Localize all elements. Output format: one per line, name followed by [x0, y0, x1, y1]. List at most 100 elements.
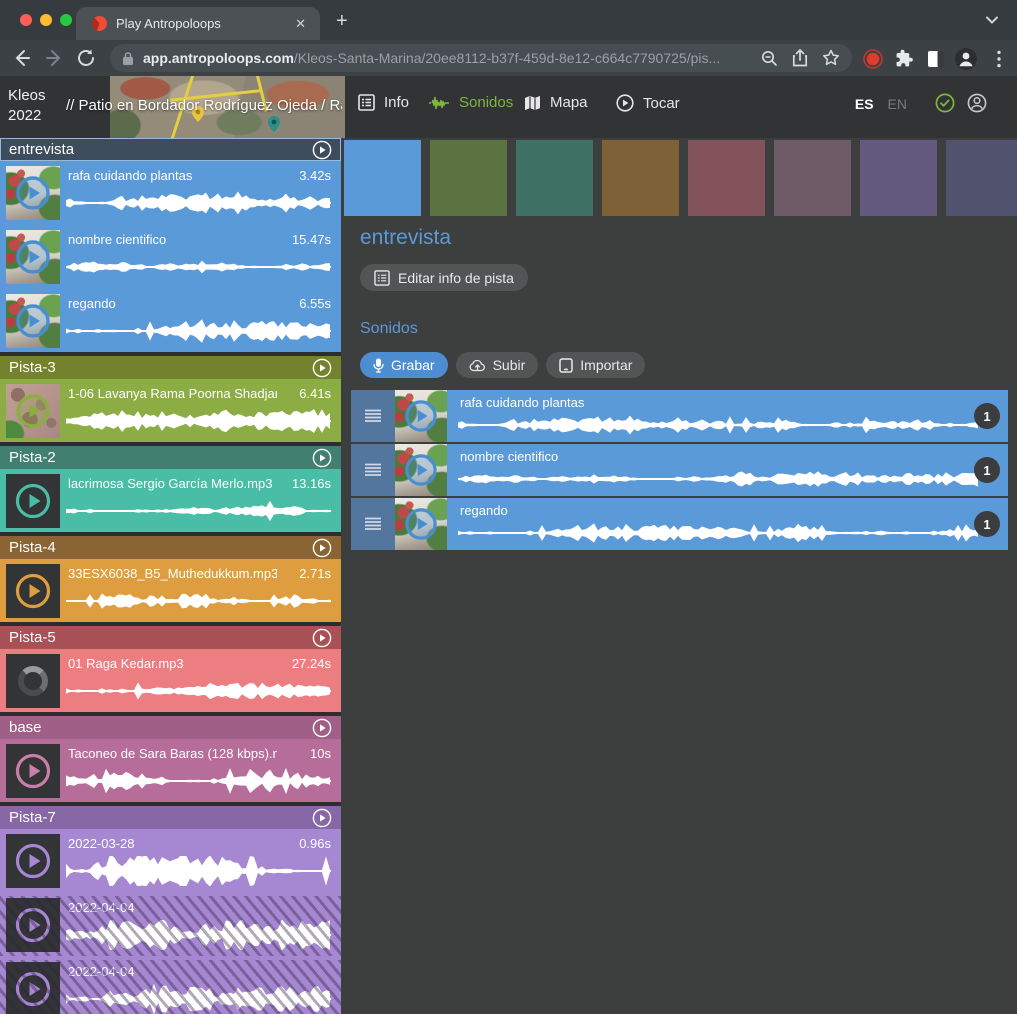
track-tile-pista-2[interactable] — [516, 140, 593, 216]
tab-search-chevron-icon[interactable] — [985, 13, 999, 27]
tab-info[interactable]: Info — [358, 94, 409, 111]
clip-thumbnail[interactable] — [6, 230, 60, 284]
import-button[interactable]: Importar — [546, 352, 645, 378]
upload-button[interactable]: Subir — [456, 352, 539, 378]
clip-thumbnail[interactable] — [6, 654, 60, 708]
track-header[interactable]: base — [0, 716, 341, 739]
clip-thumbnail[interactable] — [6, 898, 60, 952]
waveform — [458, 520, 978, 546]
track-base: base Taconeo de Sara Baras (128 kbps).mp… — [0, 716, 341, 802]
track-header[interactable]: Pista-7 — [0, 806, 341, 829]
import-device-icon — [559, 358, 573, 373]
bookmark-star-icon[interactable] — [822, 49, 840, 67]
tab-close-icon[interactable]: ✕ — [291, 14, 310, 34]
clip[interactable]: 2022-04-04 — [0, 960, 341, 1014]
clip[interactable]: lacrimosa Sergio García Merlo.mp3 13.16s — [0, 472, 341, 532]
clip[interactable]: nombre cientifico 15.47s — [0, 228, 341, 288]
account-icon[interactable] — [967, 93, 987, 113]
saved-check-icon[interactable] — [935, 93, 955, 113]
track-header[interactable]: entrevista — [0, 138, 341, 161]
share-icon[interactable] — [792, 49, 808, 67]
clip-thumbnail[interactable] — [6, 834, 60, 888]
recording-extension-icon[interactable] — [863, 49, 883, 69]
clip-thumbnail[interactable] — [6, 474, 60, 528]
track-tile-pista-7[interactable] — [860, 140, 937, 216]
minimize-window-button[interactable] — [40, 14, 52, 26]
clip-thumbnail[interactable] — [6, 962, 60, 1014]
lang-es[interactable]: ES — [855, 96, 874, 112]
clip-thumbnail[interactable] — [6, 166, 60, 220]
tab-sonidos[interactable]: Sonidos — [428, 94, 513, 111]
forward-button[interactable] — [38, 49, 70, 67]
drag-handle-icon[interactable] — [351, 390, 395, 442]
sound-row[interactable]: nombre cientifico 1 — [351, 444, 1008, 496]
waveform — [66, 676, 331, 706]
sound-thumbnail[interactable] — [395, 498, 447, 550]
track-play-icon[interactable] — [312, 358, 332, 378]
clip-thumbnail[interactable] — [6, 384, 60, 438]
clip[interactable]: 33ESX6038_B5_Muthedukkum.mp3 2.71s — [0, 562, 341, 622]
track-play-icon[interactable] — [312, 448, 332, 468]
track-tile-pista-4[interactable] — [602, 140, 679, 216]
sound-thumbnail[interactable] — [395, 444, 447, 496]
clip-title: rafa cuidando plantas — [68, 168, 277, 183]
track-tile-8[interactable] — [946, 140, 1017, 216]
clip[interactable]: 2022-04-04 — [0, 896, 341, 956]
track-play-icon[interactable] — [312, 808, 332, 828]
side-panel-icon[interactable] — [927, 50, 945, 68]
sound-thumbnail[interactable] — [395, 390, 447, 442]
sound-body[interactable]: rafa cuidando plantas 1 — [447, 390, 1008, 442]
clip[interactable]: regando 6.55s — [0, 292, 341, 352]
sound-row[interactable]: regando 1 — [351, 498, 1008, 550]
new-tab-button[interactable]: + — [336, 10, 348, 33]
lock-icon — [122, 51, 134, 66]
track-tile-pista-5[interactable] — [688, 140, 765, 216]
track-tile-entrevista[interactable] — [344, 140, 421, 216]
play-icon — [405, 508, 437, 540]
clip-thumbnail[interactable] — [6, 294, 60, 348]
record-button[interactable]: Grabar — [360, 352, 448, 378]
clip[interactable]: Taconeo de Sara Baras (128 kbps).mp3 10s — [0, 742, 341, 802]
sound-body[interactable]: nombre cientifico 1 — [447, 444, 1008, 496]
tab-tocar[interactable]: Tocar — [616, 94, 680, 112]
address-bar[interactable]: app.antropoloops.com/Kleos-Santa-Marina/… — [110, 44, 852, 72]
track-play-icon[interactable] — [312, 718, 332, 738]
clip[interactable]: 01 Raga Kedar.mp3 27.24s — [0, 652, 341, 712]
waveform — [66, 766, 331, 796]
track-tile-pista-3[interactable] — [430, 140, 507, 216]
sound-title: nombre cientifico — [460, 449, 948, 464]
sound-body[interactable]: regando 1 — [447, 498, 1008, 550]
profile-avatar[interactable] — [955, 48, 977, 70]
browser-tab[interactable]: Play Antropoloops ✕ — [76, 7, 320, 40]
extensions-puzzle-icon[interactable] — [895, 49, 914, 68]
clip-title: 01 Raga Kedar.mp3 — [68, 656, 277, 671]
waveform — [66, 586, 331, 616]
track-play-icon[interactable] — [312, 140, 332, 160]
track-play-icon[interactable] — [312, 538, 332, 558]
clip[interactable]: 1-06 Lavanya Rama Poorna Shadjam Rupak..… — [0, 382, 341, 442]
clip[interactable]: rafa cuidando plantas 3.42s — [0, 164, 341, 224]
zoom-out-icon[interactable] — [761, 50, 778, 67]
project-name[interactable]: Kleos2022 — [8, 86, 46, 126]
track-header[interactable]: Pista-5 — [0, 626, 341, 649]
lang-en[interactable]: EN — [888, 96, 907, 112]
zoom-window-button[interactable] — [60, 14, 72, 26]
track-header[interactable]: Pista-2 — [0, 446, 341, 469]
clip-thumbnail[interactable] — [6, 564, 60, 618]
track-tile-base[interactable] — [774, 140, 851, 216]
close-window-button[interactable] — [20, 14, 32, 26]
track-play-icon[interactable] — [312, 628, 332, 648]
reload-button[interactable] — [70, 49, 102, 67]
back-button[interactable] — [6, 49, 38, 67]
drag-handle-icon[interactable] — [351, 444, 395, 496]
clip[interactable]: 2022-03-28 0.96s — [0, 832, 341, 892]
drag-handle-icon[interactable] — [351, 498, 395, 550]
track-header[interactable]: Pista-3 — [0, 356, 341, 379]
edit-track-info-button[interactable]: Editar info de pista — [360, 264, 528, 291]
sound-row[interactable]: rafa cuidando plantas 1 — [351, 390, 1008, 442]
clip-thumbnail[interactable] — [6, 744, 60, 798]
tab-mapa[interactable]: Mapa — [524, 94, 588, 111]
track-header[interactable]: Pista-4 — [0, 536, 341, 559]
clip-duration: 15.47s — [292, 232, 331, 247]
browser-menu-kebab-icon[interactable] — [997, 50, 1001, 68]
